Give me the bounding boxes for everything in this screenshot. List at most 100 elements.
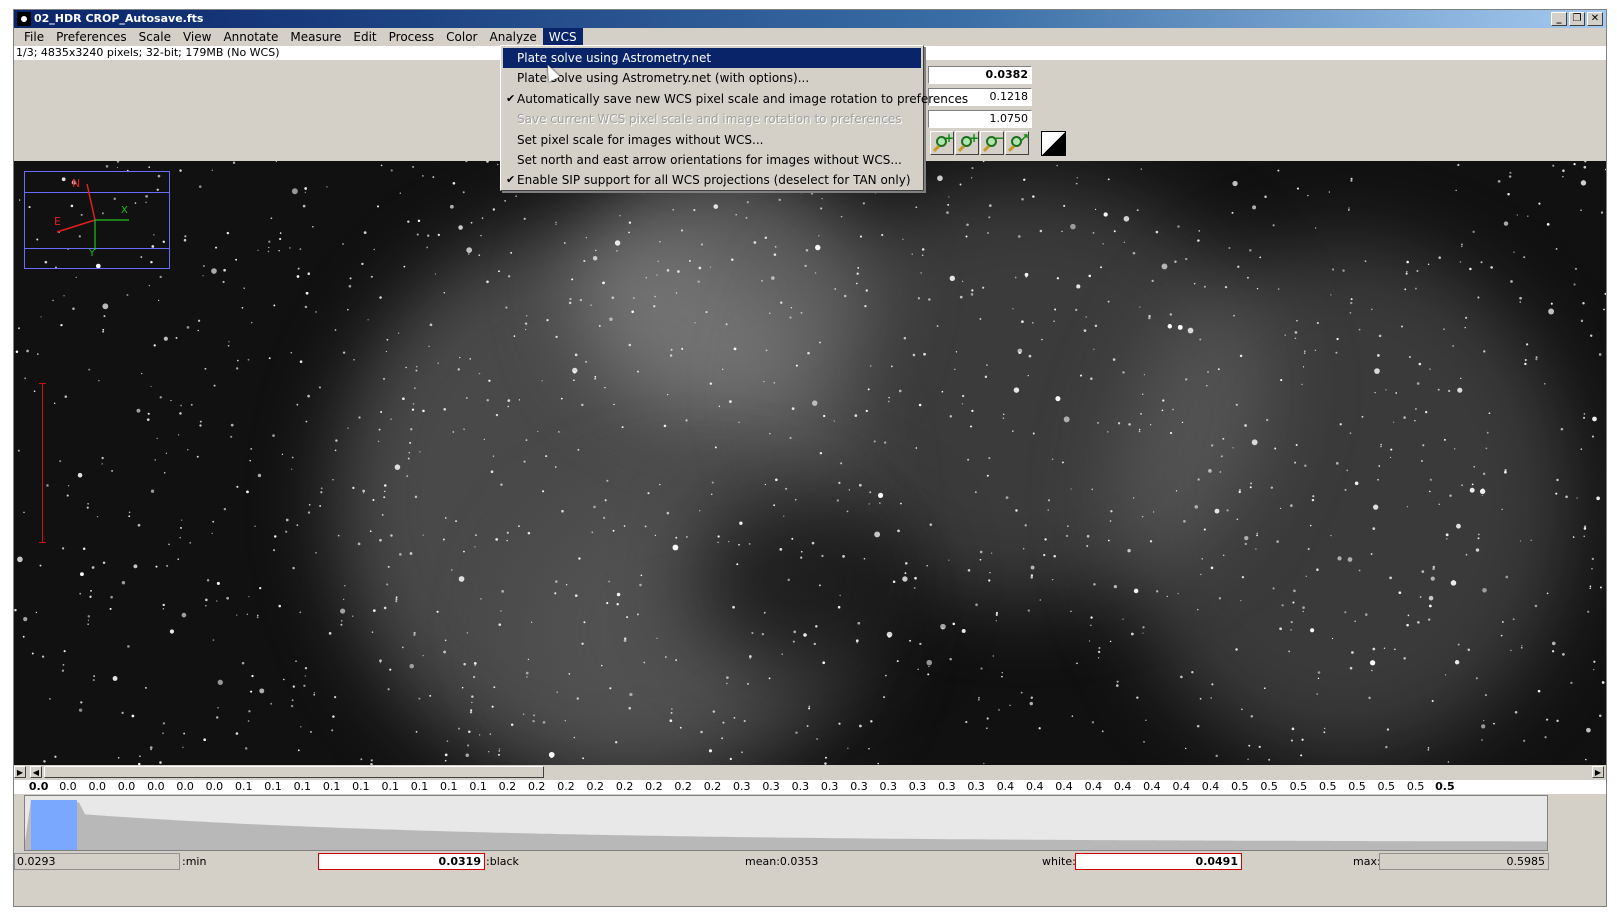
histogram-tick-label: 0.3 bbox=[791, 780, 810, 793]
max-label: max: bbox=[1353, 855, 1381, 868]
histogram[interactable] bbox=[24, 795, 1548, 851]
histogram-tick-label: 0.1 bbox=[410, 780, 429, 793]
minimize-button[interactable]: _ bbox=[1551, 12, 1567, 26]
histogram-tick-label: 0.2 bbox=[527, 780, 546, 793]
north-label: N bbox=[72, 177, 81, 190]
histogram-tick-label: 0.5 bbox=[1377, 780, 1396, 793]
wcs-orientation-box: N E X Y bbox=[24, 171, 170, 269]
histogram-tick-label: 0.2 bbox=[586, 780, 605, 793]
close-button[interactable]: ✕ bbox=[1587, 12, 1603, 26]
max-value-field[interactable]: 0.5985 bbox=[1379, 853, 1549, 870]
window-title: 02_HDR CROP_Autosave.fts bbox=[34, 12, 204, 25]
histogram-tick-label: 0.4 bbox=[1143, 780, 1161, 793]
histogram-tick-label: 0.4 bbox=[1201, 780, 1220, 793]
menu-analyze[interactable]: Analyze bbox=[484, 28, 543, 46]
horizontal-scrollbar[interactable]: ▶ ◀ ▶ bbox=[14, 765, 1606, 779]
histogram-tick-label: 0.3 bbox=[762, 780, 780, 793]
histogram-tick-label: 0.0 bbox=[117, 780, 136, 793]
histogram-tick-label: 0.1 bbox=[264, 780, 282, 793]
menu-wcs[interactable]: WCS bbox=[542, 28, 583, 46]
menu-plate-solve-options[interactable]: Plate solve using Astrometry.net (with o… bbox=[503, 68, 921, 88]
menu-annotate[interactable]: Annotate bbox=[217, 28, 284, 46]
histogram-tick-label: 0.2 bbox=[498, 780, 517, 793]
scroll-right-icon[interactable]: ▶ bbox=[1592, 766, 1604, 778]
histogram-tick-label: 0.3 bbox=[733, 780, 751, 793]
menu-scale[interactable]: Scale bbox=[133, 28, 177, 46]
scale-bar bbox=[39, 383, 46, 543]
zoom-in-2-button[interactable]: + bbox=[955, 131, 979, 155]
black-value-field[interactable]: 0.0319 bbox=[318, 853, 485, 870]
east-label: E bbox=[54, 215, 61, 228]
histogram-tick-label: 0.2 bbox=[674, 780, 692, 793]
histogram-tick-label: 0.0 bbox=[176, 780, 194, 793]
histogram-tick-label: 0.0 bbox=[59, 780, 77, 793]
menu-set-arrow-orientation[interactable]: Set north and east arrow orientations fo… bbox=[503, 150, 921, 170]
histogram-tick-label: 0.4 bbox=[996, 780, 1015, 793]
histogram-tick-label: 0.1 bbox=[293, 780, 312, 793]
image-canvas[interactable]: N E X Y bbox=[14, 161, 1606, 765]
title-bar[interactable]: 02_HDR CROP_Autosave.fts _ ❐ ✕ bbox=[14, 10, 1606, 28]
menu-measure[interactable]: Measure bbox=[284, 28, 347, 46]
histogram-tick-label: 0.5 bbox=[1318, 780, 1337, 793]
scroll-play-icon[interactable]: ▶ bbox=[14, 766, 26, 778]
histogram-tick-label: 0.5 bbox=[1289, 780, 1308, 793]
histogram-tick-label: 0.0 bbox=[147, 780, 165, 793]
histogram-tick-label: 0.5 bbox=[1231, 780, 1249, 793]
mean-label: mean:0.0353 bbox=[745, 855, 819, 868]
white-label: white: bbox=[1042, 855, 1076, 868]
histogram-tick-label: 0.3 bbox=[938, 780, 956, 793]
histogram-tick-label: 0.5 bbox=[1348, 780, 1366, 793]
histogram-tick-label: 0.0 bbox=[88, 780, 106, 793]
menu-file[interactable]: File bbox=[18, 28, 50, 46]
scroll-thumb[interactable] bbox=[44, 766, 544, 778]
histogram-tick-label: 0.4 bbox=[1172, 780, 1190, 793]
histogram-tick-label: 0.2 bbox=[615, 780, 634, 793]
menu-edit[interactable]: Edit bbox=[347, 28, 382, 46]
menu-enable-sip[interactable]: ✔ Enable SIP support for all WCS projecti… bbox=[503, 170, 921, 190]
zoom-fit-button[interactable]: ↗ bbox=[1005, 131, 1029, 155]
histogram-tick-label: 0.4 bbox=[1084, 780, 1103, 793]
scroll-left-icon[interactable]: ◀ bbox=[30, 766, 42, 778]
histogram-tick-label: 0.1 bbox=[352, 780, 370, 793]
menu-save-current-wcs: Save current WCS pixel scale and image r… bbox=[517, 112, 902, 127]
restore-button[interactable]: ❐ bbox=[1569, 12, 1585, 26]
wcs-dropdown-menu: Plate solve using Astrometry.net Plate s… bbox=[500, 45, 968, 191]
histogram-tick-label: 0.1 bbox=[234, 780, 253, 793]
contrast-invert-button[interactable] bbox=[1041, 131, 1066, 156]
min-value-field[interactable]: 0.0293 bbox=[14, 853, 180, 870]
histogram-tick-label: 0.4 bbox=[1113, 780, 1132, 793]
histogram-tick-label: 0.2 bbox=[557, 780, 575, 793]
x-axis-label: X bbox=[121, 205, 128, 216]
menu-plate-solve[interactable]: Plate solve using Astrometry.net bbox=[503, 48, 921, 69]
zoom-out-button[interactable]: − bbox=[980, 131, 1004, 155]
histogram-tick-label: 0.5 bbox=[1406, 780, 1425, 793]
histogram-tick-label: 0.5 bbox=[1435, 780, 1455, 793]
menu-set-pixel-scale[interactable]: Set pixel scale for images without WCS..… bbox=[503, 130, 921, 150]
histogram-tick-label: 0.1 bbox=[440, 780, 458, 793]
histogram-tick-label: 0.0 bbox=[28, 780, 49, 793]
histogram-tick-label: 0.3 bbox=[879, 780, 898, 793]
value-field-3[interactable]: 1.0750 bbox=[928, 110, 1032, 128]
y-axis-label: Y bbox=[89, 248, 96, 259]
stats-bar: 0.0293 :min 0.0319 :black mean:0.0353 wh… bbox=[14, 853, 1606, 871]
histogram-tick-label: 0.3 bbox=[820, 780, 839, 793]
histogram-tick-label: 0.2 bbox=[645, 780, 663, 793]
histogram-tick-label: 0.4 bbox=[1055, 780, 1073, 793]
zoom-in-button[interactable]: + bbox=[930, 131, 954, 155]
histogram-tick-label: 0.3 bbox=[850, 780, 868, 793]
histogram-tick-label: 0.1 bbox=[469, 780, 487, 793]
histogram-tick-label: 0.1 bbox=[322, 780, 341, 793]
menu-preferences[interactable]: Preferences bbox=[50, 28, 133, 46]
histogram-tick-label: 0.5 bbox=[1260, 780, 1278, 793]
value-field-1[interactable]: 0.0382 bbox=[928, 66, 1032, 84]
menu-color[interactable]: Color bbox=[440, 28, 483, 46]
menu-auto-save-wcs[interactable]: ✔ Automatically save new WCS pixel scale … bbox=[503, 89, 968, 109]
histogram-tick-label: 0.3 bbox=[967, 780, 985, 793]
app-icon bbox=[17, 12, 31, 26]
histogram-tick-label: 0.3 bbox=[908, 780, 927, 793]
histogram-tick-label: 0.0 bbox=[205, 780, 224, 793]
menu-view[interactable]: View bbox=[177, 28, 217, 46]
menu-process[interactable]: Process bbox=[383, 28, 441, 46]
white-value-field[interactable]: 0.0491 bbox=[1075, 853, 1242, 870]
histogram-tick-label: 0.1 bbox=[381, 780, 399, 793]
